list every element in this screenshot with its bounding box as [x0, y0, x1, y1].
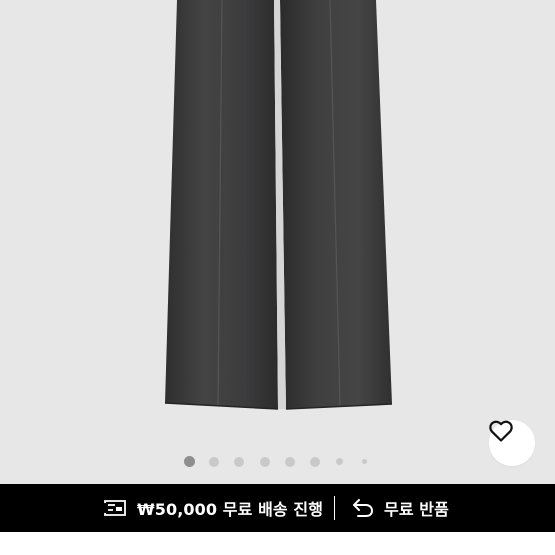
right-trouser-leg — [280, 0, 392, 409]
carousel-dot[interactable] — [234, 456, 244, 467]
benefit-divider — [334, 496, 335, 520]
carousel-dot[interactable] — [184, 456, 195, 467]
delivery-icon — [103, 499, 127, 517]
carousel-dot[interactable] — [362, 459, 367, 464]
carousel-dot[interactable] — [310, 456, 320, 467]
bottom-strip — [0, 532, 555, 555]
free-shipping-text: ₩50,000 무료 배송 진행 — [137, 500, 324, 519]
wishlist-button[interactable] — [489, 420, 535, 466]
carousel-dots — [184, 456, 374, 468]
free-return-text: 무료 반품 — [384, 500, 449, 519]
carousel-dot[interactable] — [209, 456, 219, 467]
free-shipping-banner[interactable]: ₩50,000 무료 배송 진행 — [103, 484, 323, 532]
carousel-dot[interactable] — [285, 456, 295, 467]
product-image[interactable] — [0, 0, 555, 484]
trousers-illustration — [164, 0, 393, 410]
heart-icon — [489, 420, 513, 442]
carousel-dot[interactable] — [336, 458, 343, 465]
benefit-bar: ₩50,000 무료 배송 진행 무료 반품 — [0, 484, 555, 532]
free-return-banner[interactable]: 무료 반품 — [352, 484, 449, 532]
return-arrow-icon — [352, 498, 374, 518]
carousel-dot[interactable] — [260, 456, 270, 467]
